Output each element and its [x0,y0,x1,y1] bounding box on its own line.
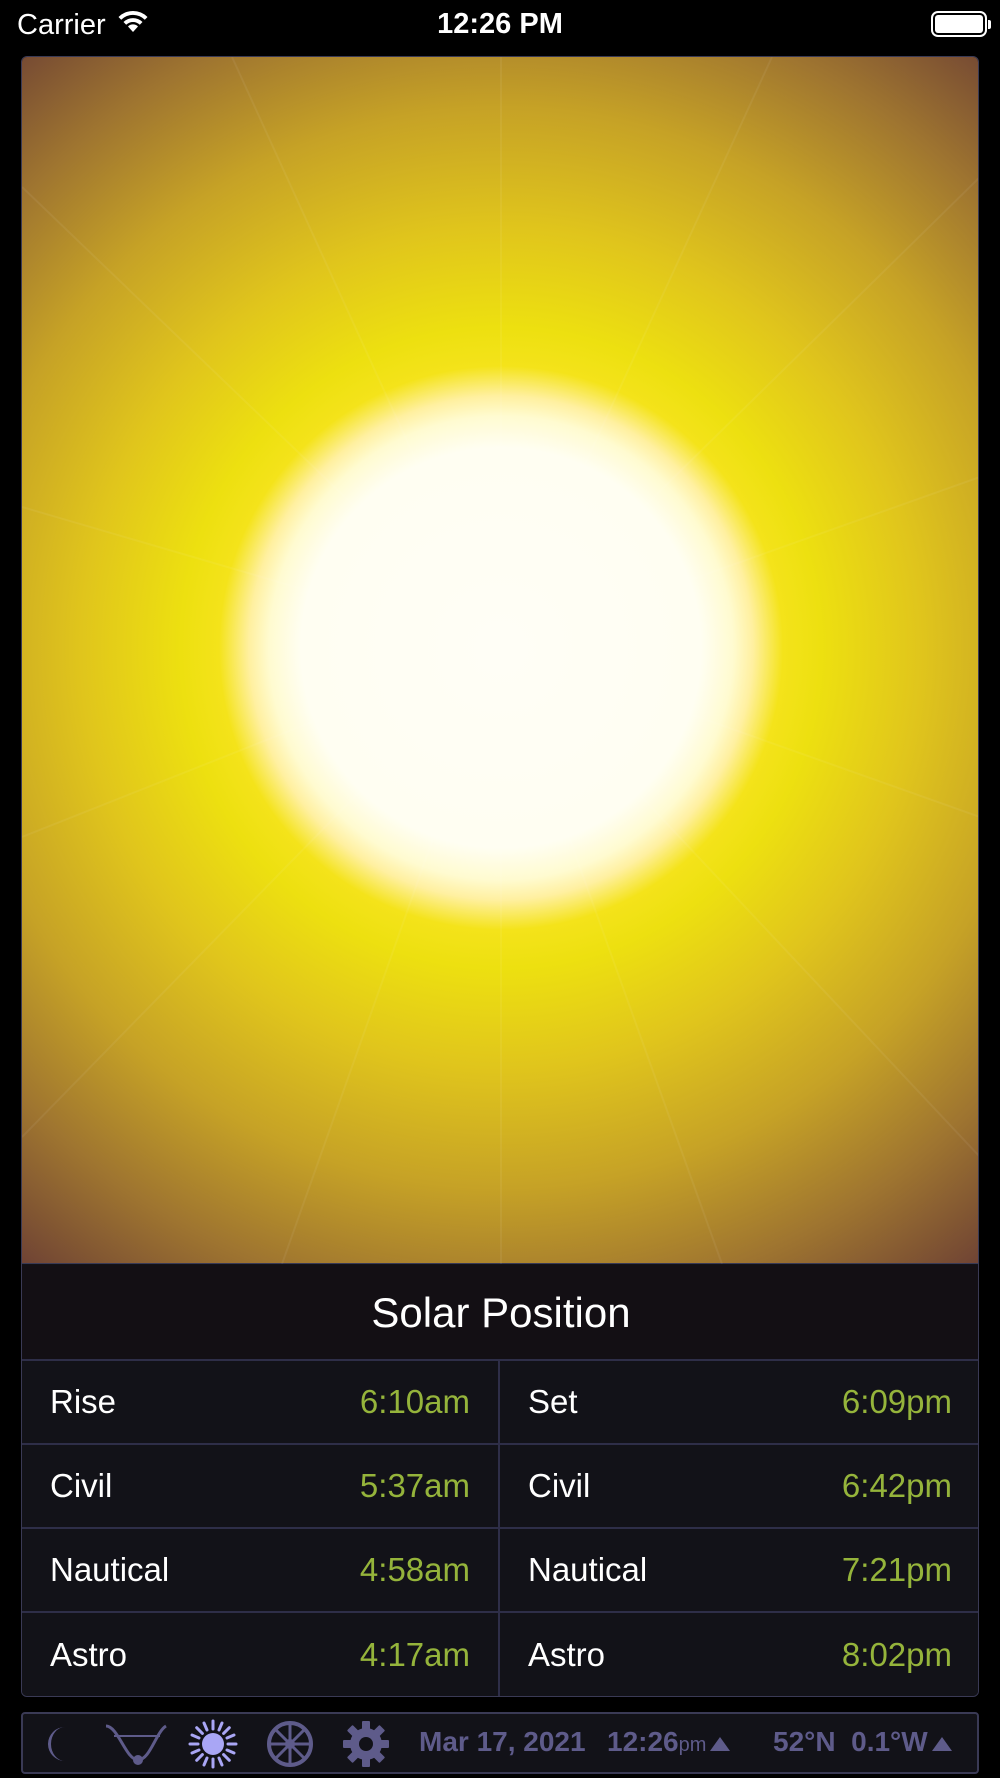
caret-up-icon [931,1736,952,1751]
event-label: Nautical [50,1551,170,1588]
time-control[interactable]: 12:26pm [607,1726,731,1758]
bottom-toolbar: Mar 17, 2021 12:26pm 52°N 0.1°W [21,1712,979,1774]
event-time: 4:17am [359,1636,470,1673]
event-time: 5:37am [359,1467,470,1504]
event-label: Astro [528,1636,606,1673]
sun-icon[interactable] [187,1719,239,1769]
event-label: Civil [528,1467,591,1504]
wheel-icon[interactable] [265,1720,315,1768]
table-cell: Set 6:09pm [500,1361,978,1445]
event-time: 8:02pm [841,1636,952,1673]
event-label: Nautical [528,1551,648,1588]
panel-title: Solar Position [22,1265,978,1361]
table-cell: Civil 6:42pm [500,1445,978,1529]
status-bar: Carrier 12:26 PM [0,0,1000,52]
time-label: 12:26 [607,1726,679,1757]
gear-icon[interactable] [341,1720,391,1768]
table-cell: Nautical 4:58am [22,1529,500,1613]
ampm-label: pm [678,1734,707,1756]
status-time: 12:26 PM [437,8,563,40]
table-cell: Civil 5:37am [22,1445,500,1529]
table-cell: Rise 6:10am [22,1361,500,1445]
sun-visualization[interactable] [22,57,978,1264]
moon-icon[interactable] [39,1720,79,1768]
location-control[interactable]: 52°N 0.1°W [773,1726,952,1758]
sun-card: Solar Position Rise 6:10am Set 6:09pm Ci… [21,56,979,1697]
event-time: 4:58am [359,1551,470,1588]
event-time: 6:10am [359,1383,470,1420]
date-label[interactable]: Mar 17, 2021 [419,1726,586,1758]
sun-rays [22,57,978,1264]
location-label: 52°N 0.1°W [773,1726,928,1757]
carrier-label: Carrier [17,8,106,41]
path-curve-icon[interactable] [103,1720,169,1768]
table-cell: Astro 8:02pm [500,1613,978,1696]
event-time: 6:09pm [841,1383,952,1420]
event-label: Rise [50,1383,117,1420]
event-time: 6:42pm [841,1467,952,1504]
table-cell: Astro 4:17am [22,1613,500,1696]
event-time: 7:21pm [841,1551,952,1588]
event-label: Civil [50,1467,113,1504]
battery-icon [931,11,991,37]
table-cell: Nautical 7:21pm [500,1529,978,1613]
event-label: Set [528,1383,578,1420]
event-label: Astro [50,1636,128,1673]
carrier-group: Carrier [17,8,150,42]
times-table: Rise 6:10am Set 6:09pm Civil 5:37am Civi… [22,1361,978,1696]
wifi-icon [116,8,150,42]
caret-up-icon [710,1736,731,1751]
